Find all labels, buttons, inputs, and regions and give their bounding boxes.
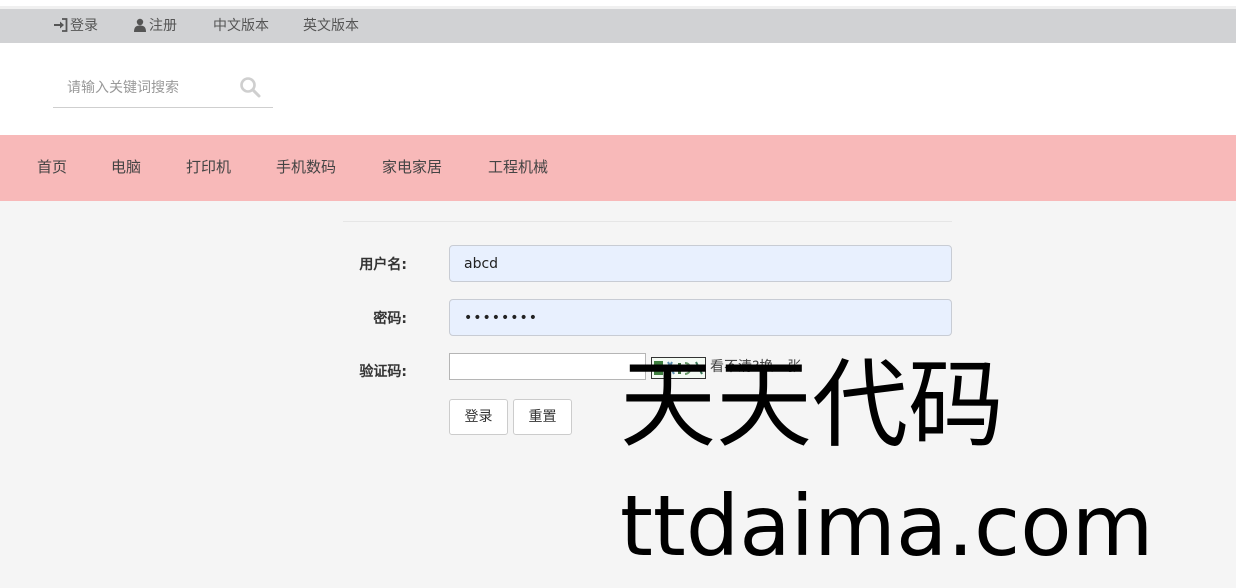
nav-item-engineering-machinery[interactable]: 工程机械 bbox=[488, 135, 548, 201]
user-icon bbox=[134, 18, 146, 32]
login-link[interactable]: 登录 bbox=[53, 9, 98, 43]
reset-button[interactable]: 重置 bbox=[513, 399, 572, 435]
login-button[interactable]: 登录 bbox=[449, 399, 508, 435]
username-input[interactable] bbox=[449, 245, 952, 282]
watermark-url: ttdaima.com bbox=[620, 477, 1154, 575]
sign-in-icon bbox=[54, 18, 68, 32]
form-divider bbox=[343, 221, 952, 222]
nav-item-printer[interactable]: 打印机 bbox=[186, 135, 231, 201]
login-link-label: 登录 bbox=[70, 18, 98, 34]
chinese-version-link[interactable]: 中文版本 bbox=[213, 9, 269, 43]
nav-item-computer[interactable]: 电脑 bbox=[111, 135, 141, 201]
username-label: 用户名: bbox=[359, 257, 407, 273]
captcha-label: 验证码: bbox=[359, 364, 407, 380]
search-input[interactable] bbox=[53, 70, 247, 106]
nav-item-home[interactable]: 首页 bbox=[37, 135, 67, 201]
captcha-input[interactable] bbox=[449, 353, 646, 380]
captcha-image[interactable] bbox=[651, 357, 706, 379]
nav-item-appliances-home[interactable]: 家电家居 bbox=[382, 135, 442, 201]
search-box bbox=[53, 70, 273, 108]
register-link[interactable]: 注册 bbox=[133, 9, 177, 43]
password-input[interactable] bbox=[449, 299, 952, 336]
header bbox=[0, 43, 1236, 135]
captcha-image-graphic bbox=[652, 358, 705, 378]
english-version-link[interactable]: 英文版本 bbox=[303, 9, 359, 43]
captcha-refresh-link[interactable]: 看不清?换一张 bbox=[710, 357, 801, 377]
main-nav: 首页 电脑 打印机 手机数码 家电家居 工程机械 bbox=[0, 135, 1236, 201]
password-label: 密码: bbox=[373, 311, 407, 327]
register-link-label: 注册 bbox=[149, 18, 177, 34]
search-button[interactable] bbox=[239, 76, 263, 100]
top-bar: 登录 注册 中文版本 英文版本 bbox=[0, 9, 1236, 43]
search-icon bbox=[240, 77, 261, 98]
nav-item-mobile-digital[interactable]: 手机数码 bbox=[276, 135, 336, 201]
